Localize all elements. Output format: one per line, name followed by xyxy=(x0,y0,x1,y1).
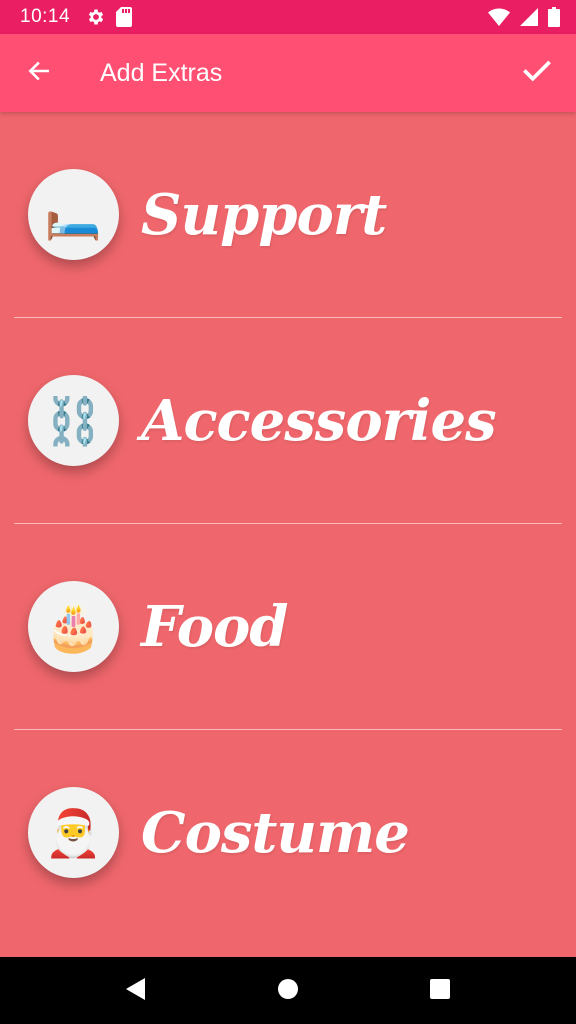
back-button[interactable] xyxy=(0,34,78,112)
list-item-label: Accessories xyxy=(141,387,497,454)
santa-icon: 🎅 xyxy=(28,787,119,878)
list-item-label: Costume xyxy=(141,799,410,866)
battery-icon xyxy=(548,7,560,27)
sd-card-icon xyxy=(116,7,133,27)
list-item-label: Food xyxy=(141,593,289,660)
signal-icon xyxy=(520,8,538,26)
system-nav-bar xyxy=(0,957,576,1024)
nav-recents-button[interactable] xyxy=(410,961,470,1021)
bed-icon: 🛏️ xyxy=(28,169,119,260)
extras-list: 🛏️ Support ⛓️ Accessories 🎂 Food 🎅 Costu… xyxy=(0,112,576,957)
home-circle-icon xyxy=(277,978,299,1004)
list-item-costume[interactable]: 🎅 Costume xyxy=(14,730,562,935)
list-item-support[interactable]: 🛏️ Support xyxy=(14,112,562,317)
chains-icon: ⛓️ xyxy=(28,375,119,466)
nav-home-button[interactable] xyxy=(258,961,318,1021)
page-title: Add Extras xyxy=(100,58,223,87)
arrow-back-icon xyxy=(26,58,52,88)
app-bar: Add Extras xyxy=(0,34,576,112)
list-item-label: Support xyxy=(141,181,387,248)
status-icons-left xyxy=(86,7,133,27)
list-item-food[interactable]: 🎂 Food xyxy=(14,524,562,729)
confirm-button[interactable] xyxy=(498,34,576,112)
wifi-icon xyxy=(488,8,510,26)
back-triangle-icon xyxy=(125,977,147,1005)
recents-square-icon xyxy=(429,978,451,1004)
status-icons-right xyxy=(488,7,560,27)
status-time: 10:14 xyxy=(20,6,71,27)
gear-icon xyxy=(86,7,106,27)
check-icon xyxy=(520,54,554,92)
status-bar: 10:14 xyxy=(0,0,576,34)
cake-icon: 🎂 xyxy=(28,581,119,672)
nav-back-button[interactable] xyxy=(106,961,166,1021)
list-item-accessories[interactable]: ⛓️ Accessories xyxy=(14,318,562,523)
